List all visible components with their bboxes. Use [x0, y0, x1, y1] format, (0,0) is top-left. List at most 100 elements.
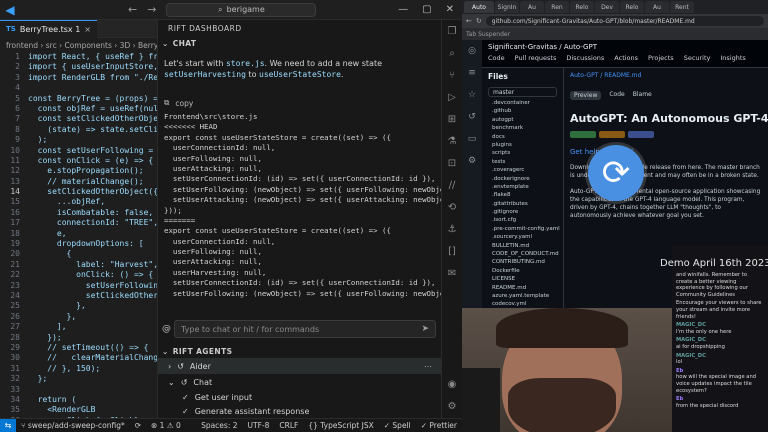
file-item[interactable]: README.md: [482, 284, 563, 292]
docker-icon[interactable]: ⚓: [448, 224, 457, 235]
agent-aider[interactable]: › ↺ Aider ⋯: [158, 358, 441, 374]
file-item[interactable]: LICENSE: [482, 275, 563, 283]
code-line[interactable]: 17 connectionId: "TREE",: [0, 218, 157, 228]
browser-tab[interactable]: Dev: [595, 1, 619, 13]
readme-path[interactable]: Auto-GPT / README.md: [564, 68, 768, 83]
code-line[interactable]: 30 // clearMaterialChang: [0, 353, 157, 363]
file-item[interactable]: .envtemplate: [482, 183, 563, 191]
code-line[interactable]: 10 const setUserFollowing =: [0, 146, 157, 156]
spell-status[interactable]: ✓ Spell: [379, 421, 416, 430]
file-item[interactable]: docs: [482, 133, 563, 141]
command-center-search[interactable]: ⌕ berigame: [166, 2, 317, 17]
repo-nav-item[interactable]: Security: [684, 54, 711, 62]
agents-section-header[interactable]: ⌄ RIFT AGENTS: [158, 344, 441, 358]
bookmark-icon[interactable]: ☆: [468, 90, 476, 100]
browser-tab[interactable]: Rent: [670, 1, 694, 13]
code-line[interactable]: 3 import RenderGLB from "./Re: [0, 73, 157, 83]
browser-tab[interactable]: Relo: [620, 1, 644, 13]
chat-username[interactable]: MAGIC_DC: [676, 353, 764, 360]
tab-preview[interactable]: Preview: [570, 91, 602, 100]
reload-icon[interactable]: ↻: [476, 17, 482, 25]
browser-tab[interactable]: Au: [645, 1, 669, 13]
repo-nav-item[interactable]: Code: [488, 54, 505, 62]
code-line[interactable]: 6 const objRef = useRef(nul: [0, 104, 157, 114]
code-line[interactable]: 29 // setTimeout(() => {: [0, 343, 157, 353]
language-status[interactable]: {} TypeScript JSX: [303, 421, 378, 430]
account-icon[interactable]: ◉: [448, 379, 457, 390]
extension-label[interactable]: Tab Suspender: [466, 31, 510, 38]
close-tab-icon[interactable]: ×: [84, 25, 91, 34]
tab-code[interactable]: Code: [609, 91, 624, 100]
code-line[interactable]: 27 ],: [0, 322, 157, 332]
code-line[interactable]: 35 <RenderGLB: [0, 405, 157, 415]
code-line[interactable]: 13 // materialChange();: [0, 177, 157, 187]
file-item[interactable]: .dockerignore: [482, 175, 563, 183]
chat-username[interactable]: Eb: [676, 368, 764, 375]
file-item[interactable]: .pre-commit-config.yaml: [482, 225, 563, 233]
bracket-icon[interactable]: []: [448, 246, 456, 257]
code-line[interactable]: 21 label: "Harvest",: [0, 260, 157, 270]
encoding-status[interactable]: UTF-8: [243, 421, 275, 430]
file-item[interactable]: .github: [482, 107, 563, 115]
chat-username[interactable]: MAGIC_DC: [676, 322, 764, 329]
send-icon[interactable]: ➤: [421, 324, 429, 334]
github-logo-icon[interactable]: ◎: [468, 46, 476, 56]
badge[interactable]: [628, 131, 654, 138]
mention-icon[interactable]: @: [162, 324, 174, 334]
file-item[interactable]: .flake8: [482, 191, 563, 199]
remote-explorer-icon[interactable]: ⊡: [448, 158, 456, 169]
code-line[interactable]: 26 },: [0, 312, 157, 322]
problems-status[interactable]: ⊗ 1 ⚠ 0: [146, 421, 186, 430]
browser-tab[interactable]: SignIn: [495, 1, 519, 13]
vscode-logo-icon[interactable]: ◀: [0, 0, 20, 20]
eol-status[interactable]: CRLF: [274, 421, 303, 430]
file-item[interactable]: BULLETIN.md: [482, 242, 563, 250]
file-item[interactable]: CODE_OF_CONDUCT.md: [482, 250, 563, 258]
more-icon[interactable]: ⋯: [424, 362, 441, 371]
file-item[interactable]: Dockerfile: [482, 267, 563, 275]
code-line[interactable]: 2 import { useUserInputStore,: [0, 62, 157, 72]
code-line[interactable]: 31 // }, 150);: [0, 364, 157, 374]
browser-tab[interactable]: Relo: [570, 1, 594, 13]
copy-button[interactable]: ⧉ copy: [164, 98, 441, 108]
code-line[interactable]: 12 e.stopPropagation();: [0, 166, 157, 176]
file-item[interactable]: tests: [482, 158, 563, 166]
settings-icon[interactable]: ⚙: [468, 156, 476, 166]
explorer-icon[interactable]: ❐: [448, 26, 457, 37]
code-line[interactable]: 34 return (: [0, 395, 157, 405]
prettier-status[interactable]: ✓ Prettier: [416, 421, 462, 430]
code-area[interactable]: 1 import React, { useRef } fr 2 import { us…: [0, 52, 157, 418]
run-debug-icon[interactable]: ▷: [448, 92, 456, 103]
file-item[interactable]: .gitattributes: [482, 200, 563, 208]
remote-indicator-icon[interactable]: ⇆: [0, 418, 16, 432]
code-line[interactable]: 4: [0, 83, 157, 93]
tab-blame[interactable]: Blame: [633, 91, 652, 100]
code-line[interactable]: 23 setUserFollowin: [0, 281, 157, 291]
chat-section-header[interactable]: ⌄ CHAT: [158, 36, 441, 50]
file-item[interactable]: .gitignore: [482, 208, 563, 216]
extensions-icon[interactable]: ⊞: [448, 114, 456, 125]
code-line[interactable]: 16 isCombatable: false,: [0, 208, 157, 218]
browser-tab[interactable]: Auto: [464, 1, 494, 13]
chat-username[interactable]: MAGIC_DC: [676, 337, 764, 344]
code-line[interactable]: 1 import React, { useRef } fr: [0, 52, 157, 62]
git-branch[interactable]: ⑂ sweep/add-sweep-config*: [16, 421, 130, 430]
badge[interactable]: [570, 131, 596, 138]
minimize-button[interactable]: —: [398, 4, 408, 15]
sync-status[interactable]: ⟳: [130, 421, 146, 430]
branch-select[interactable]: master: [488, 87, 557, 97]
code-line[interactable]: 18 e,: [0, 229, 157, 239]
rift-icon[interactable]: ∕∕: [449, 180, 456, 191]
browser-tab[interactable]: Ren: [545, 1, 569, 13]
tab-icon[interactable]: ▭: [468, 134, 477, 144]
code-line[interactable]: 25 },: [0, 301, 157, 311]
file-item[interactable]: autogpt: [482, 116, 563, 124]
code-line[interactable]: 28 });: [0, 333, 157, 343]
code-line[interactable]: 22 onClick: () => {: [0, 270, 157, 280]
file-item[interactable]: plugins: [482, 141, 563, 149]
code-line[interactable]: 15 ...objRef,: [0, 197, 157, 207]
code-line[interactable]: 20 {: [0, 249, 157, 259]
history-icon[interactable]: ↺: [468, 112, 476, 122]
repo-nav-item[interactable]: Actions: [614, 54, 638, 62]
badge[interactable]: [599, 131, 625, 138]
